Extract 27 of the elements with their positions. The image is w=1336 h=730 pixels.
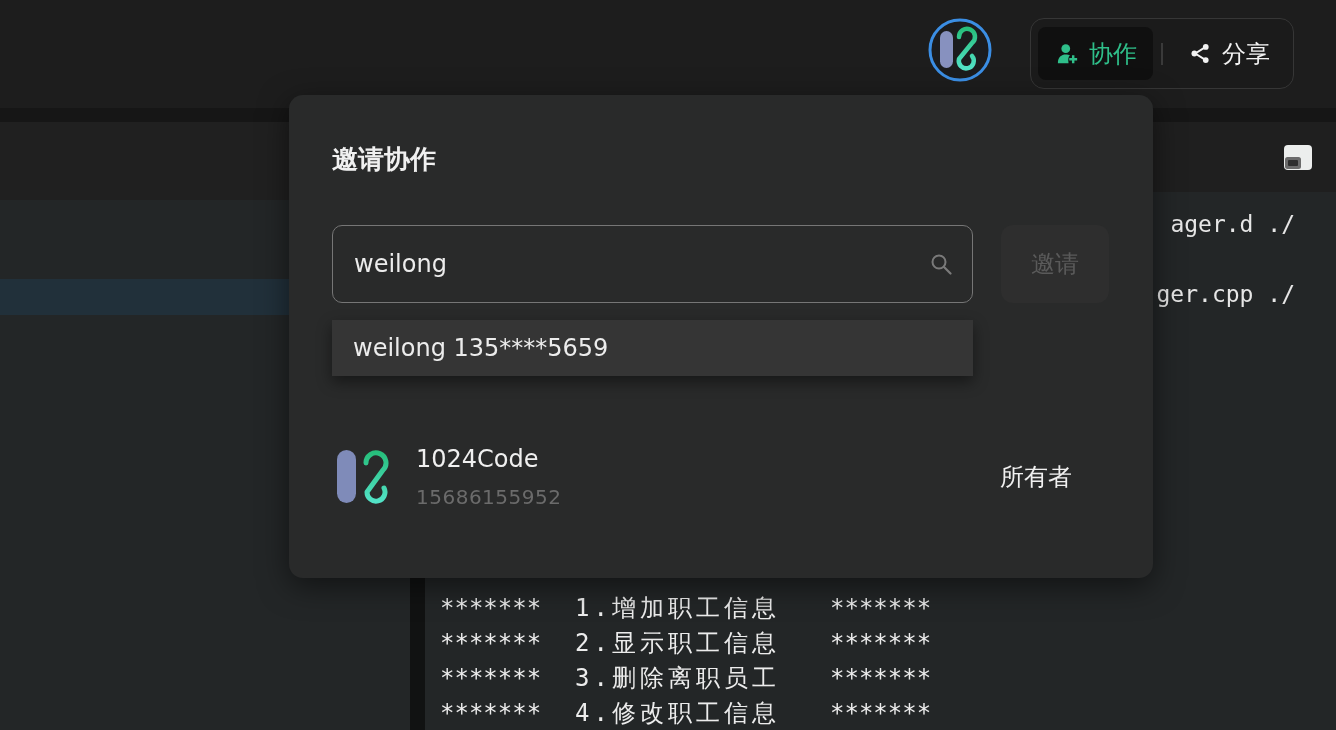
terminal-text: 4.修改职工信息 [575,697,780,728]
member-phone: 15686155952 [416,484,562,510]
terminal-text: ******* [830,592,932,623]
code-line: ager.d ./ [1170,210,1295,239]
panel-layout-icon[interactable] [1284,144,1312,170]
avatar-logo-icon[interactable] [928,18,992,82]
search-field[interactable]: weilong [332,225,973,303]
suggestion-item[interactable]: weilong 135****5659 [332,320,973,376]
code-line: ger.cpp ./ [1156,280,1295,309]
member-role: 所有者 [1000,462,1072,493]
dialog-title: 邀请协作 [332,143,436,176]
terminal-text: 1.增加职工信息 [575,592,780,623]
member-name: 1024Code [416,444,539,474]
collaborate-button[interactable]: 协作 [1038,27,1153,80]
terminal-text: 3.删除离职员工 [575,662,780,693]
search-icon[interactable] [930,253,952,275]
terminal-text: ******* [830,697,932,728]
user-plus-icon [1057,43,1078,64]
terminal-text: 2.显示职工信息 [575,627,780,658]
terminal-text: ******* [830,627,932,658]
terminal-text: ******* [830,662,932,693]
terminal-text: ******* [440,592,542,623]
share-icon [1190,43,1211,64]
terminal-text: ******* [440,627,542,658]
terminal-text: ******* [440,662,542,693]
terminal-text: ******* [440,697,542,728]
share-button[interactable]: 分享 [1171,27,1286,80]
